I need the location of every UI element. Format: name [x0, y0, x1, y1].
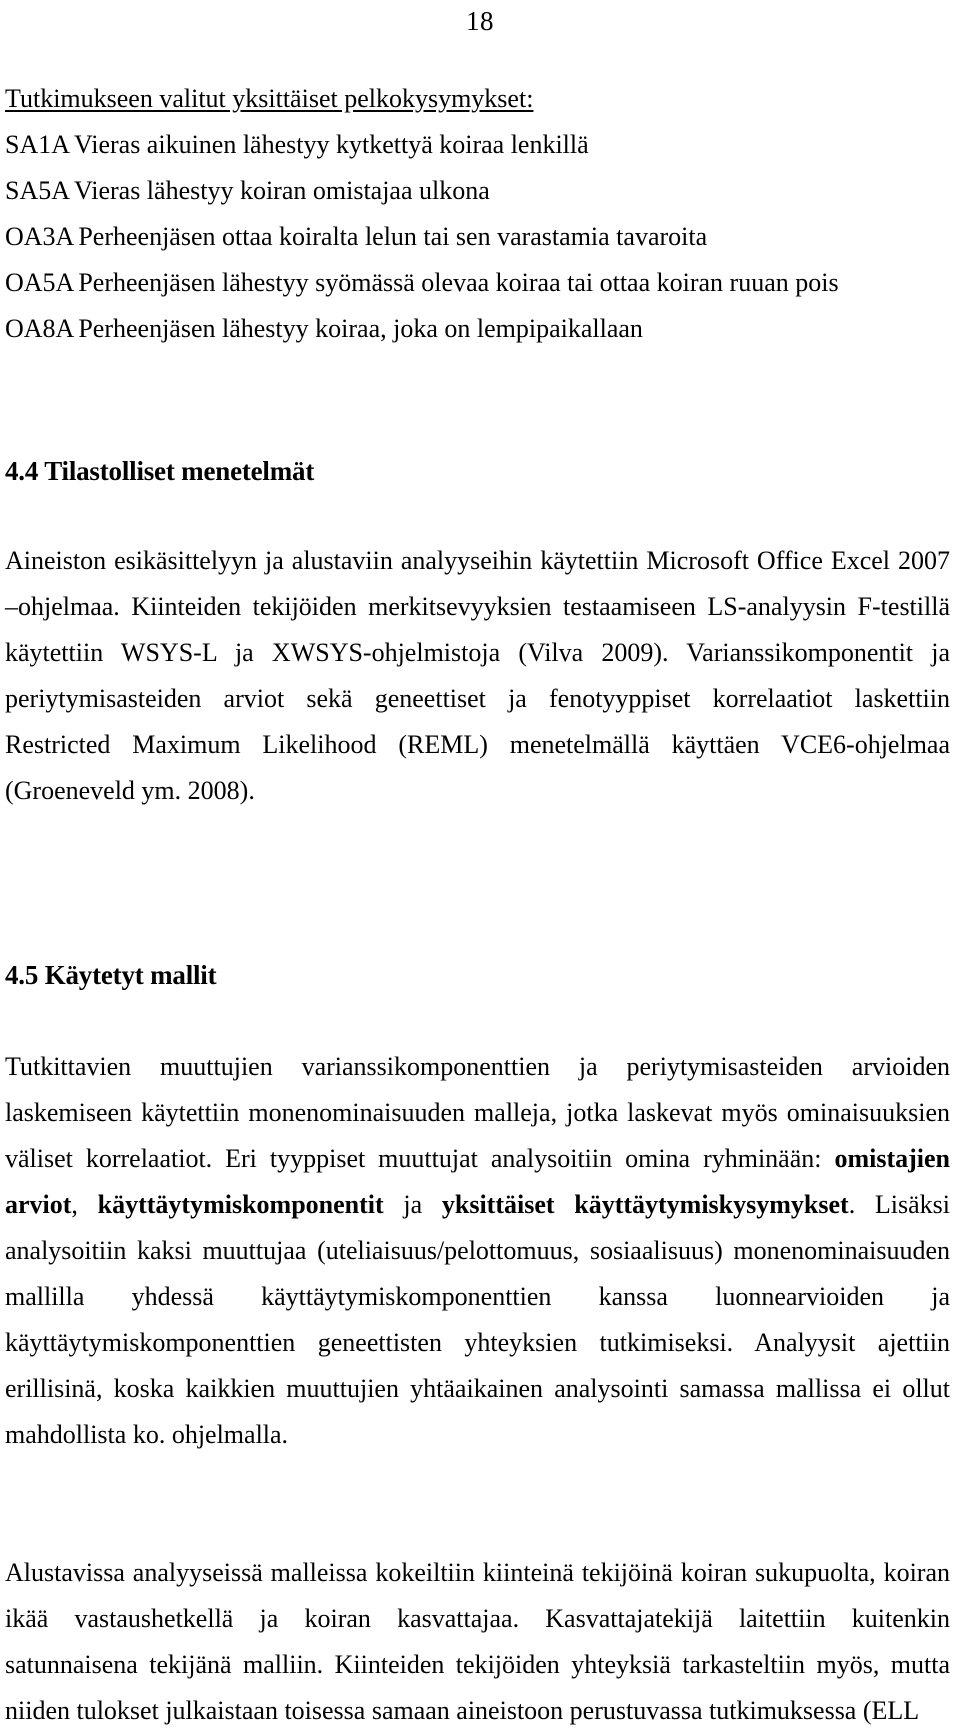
- question-item-oa3a: OA3A Perheenjäsen ottaa koiralta lelun ta…: [5, 214, 950, 260]
- para-text-segment: Tutkittavien muuttujien varianssikompone…: [5, 1052, 950, 1173]
- question-code: OA8A: [5, 314, 75, 343]
- question-code: SA5A: [5, 176, 71, 205]
- question-code: OA3A: [5, 222, 75, 251]
- document-page: 18 Tutkimukseen valitut yksittäiset pelk…: [0, 0, 960, 1726]
- section-4-5-paragraph-2: Alustavissa analyyseissä malleissa kokei…: [5, 1558, 950, 1725]
- question-item-oa8a: OA8A Perheenjäsen lähestyy koiraa, joka o…: [5, 306, 950, 352]
- bold-term-individual-questions: yksittäiset käyttäytymiskysymykset: [441, 1190, 849, 1219]
- question-item-sa5a: SA5A Vieras lähestyy koiran omistajaa ulk…: [5, 168, 950, 214]
- questions-heading: Tutkimukseen valitut yksittäiset pelkoky…: [5, 84, 534, 113]
- section-4-5-paragraph-1: Tutkittavien muuttujien varianssikompone…: [5, 1044, 950, 1458]
- section-4-4-paragraph: Aineiston esikäsittelyyn ja alustaviin a…: [5, 546, 950, 805]
- question-text: Perheenjäsen ottaa koiralta lelun tai se…: [78, 222, 708, 251]
- page-number: 18: [466, 6, 494, 36]
- question-code: OA5A: [5, 268, 75, 297]
- section-heading-4-5: 4.5 Käytetyt mallit: [5, 960, 217, 990]
- question-item-oa5a: OA5A Perheenjäsen lähestyy syömässä oleva…: [5, 260, 950, 306]
- section-heading-4-4: 4.4 Tilastolliset menetelmät: [5, 456, 315, 486]
- question-item-sa1a: SA1A Vieras aikuinen lähestyy kytkettyä k…: [5, 122, 950, 168]
- question-text: Perheenjäsen lähestyy syömässä olevaa ko…: [78, 268, 839, 297]
- question-text: Vieras aikuinen lähestyy kytkettyä koira…: [74, 130, 589, 159]
- page-content: Tutkimukseen valitut yksittäiset pelkoky…: [5, 76, 950, 1734]
- question-code: SA1A: [5, 130, 71, 159]
- para-text-segment: ,: [71, 1190, 98, 1219]
- question-text: Perheenjäsen lähestyy koiraa, joka on le…: [78, 314, 643, 343]
- para-text-segment: . Lisäksi analysoitiin kaksi muuttujaa (…: [5, 1190, 951, 1449]
- question-text: Vieras lähestyy koiran omistajaa ulkona: [74, 176, 490, 205]
- para-text-segment: ja: [383, 1190, 442, 1219]
- bold-term-behaviour-components: käyttäytymiskomponentit: [97, 1190, 384, 1219]
